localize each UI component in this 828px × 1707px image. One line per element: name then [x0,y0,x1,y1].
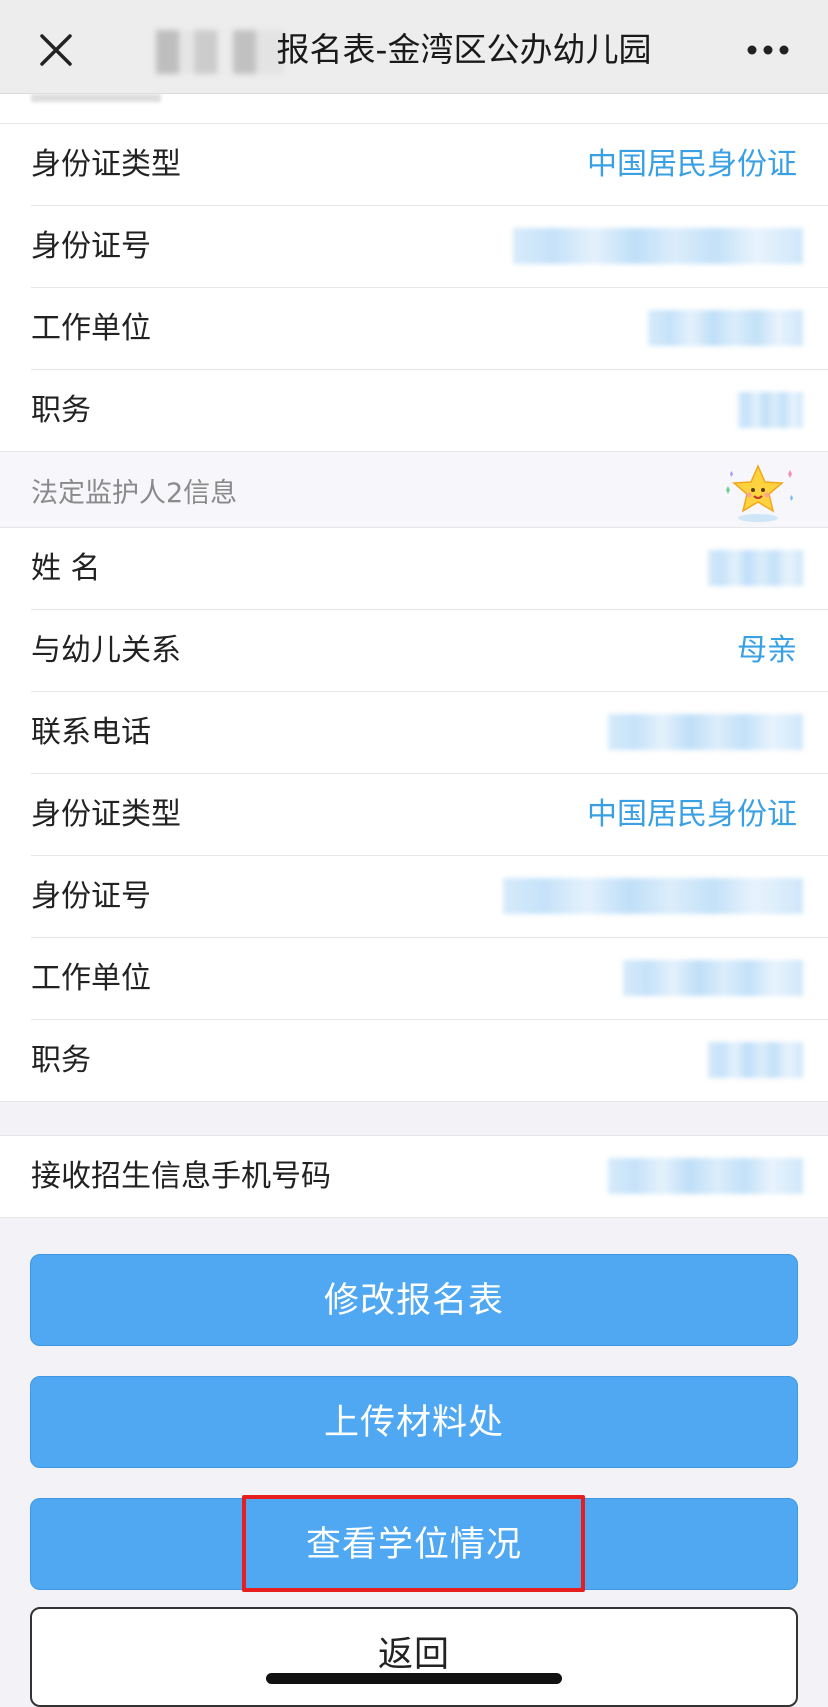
edit-form-button[interactable]: 修改报名表 [30,1254,798,1346]
form-content: 身份证类型 中国居民身份证 身份证号 工作单位 职务 法定监护人2信息 姓 名 … [0,94,828,1218]
row-label: 身份证类型 [31,797,181,832]
redacted-value [648,310,803,346]
row-label: 联系电话 [31,715,151,750]
form-row-id-type: 身份证类型 中国居民身份证 [0,774,828,856]
redacted-value [608,1158,803,1194]
row-label: 与幼儿关系 [31,633,181,668]
row-value: 中国居民身份证 [587,147,797,182]
row-value: 中国居民身份证 [587,797,797,832]
row-label: 身份证号 [31,229,151,264]
row-label: 身份证号 [31,879,151,914]
more-icon[interactable] [738,24,798,76]
redacted-value [608,714,803,750]
row-label: 工作单位 [31,961,151,996]
clipped-row [0,94,828,124]
form-row-name: 姓 名 [0,528,828,610]
redacted-value [708,1042,803,1078]
contact-card: 接收招生信息手机号码 [0,1136,828,1218]
form-row-id-number: 身份证号 [0,856,828,938]
section-gap [0,1102,828,1136]
row-label: 接收招生信息手机号码 [31,1159,331,1194]
form-row-id-number: 身份证号 [0,206,828,288]
back-button[interactable]: 返回 [30,1607,798,1707]
section-header-guardian2: 法定监护人2信息 [0,452,828,528]
redacted-value [708,550,803,586]
form-row-employer: 工作单位 [0,938,828,1020]
page-title: 报名表-金湾区公办幼儿园 [276,30,652,69]
guardian2-card: 姓 名 与幼儿关系 母亲 联系电话 身份证类型 中国居民身份证 身份证号 工作单… [0,528,828,1102]
row-label: 身份证类型 [31,147,181,182]
home-indicator[interactable] [266,1673,562,1684]
form-row-id-type: 身份证类型 中国居民身份证 [0,124,828,206]
star-mascot-icon [718,460,798,524]
row-label: 职务 [31,1043,91,1078]
redacted-value [623,960,803,996]
row-value: 母亲 [737,633,797,668]
redacted-value [503,878,803,914]
form-row-position: 职务 [0,1020,828,1102]
form-row-position: 职务 [0,370,828,452]
guardian1-card: 身份证类型 中国居民身份证 身份证号 工作单位 职务 [0,124,828,452]
upload-materials-button[interactable]: 上传材料处 [30,1376,798,1468]
redacted-value [513,228,803,264]
form-row-relation: 与幼儿关系 母亲 [0,610,828,692]
section-title: 法定监护人2信息 [31,478,238,509]
row-label: 姓 名 [31,551,101,586]
close-icon[interactable] [30,24,82,76]
redacted-value [738,392,803,428]
form-row-phone: 联系电话 [0,692,828,774]
row-label: 工作单位 [31,311,151,346]
row-label: 职务 [31,393,91,428]
form-row-employer: 工作单位 [0,288,828,370]
view-seat-status-button[interactable]: 查看学位情况 [30,1498,798,1590]
title-bar: 报名表-金湾区公办幼儿园 [0,0,828,94]
form-row-notify-phone: 接收招生信息手机号码 [0,1136,828,1218]
